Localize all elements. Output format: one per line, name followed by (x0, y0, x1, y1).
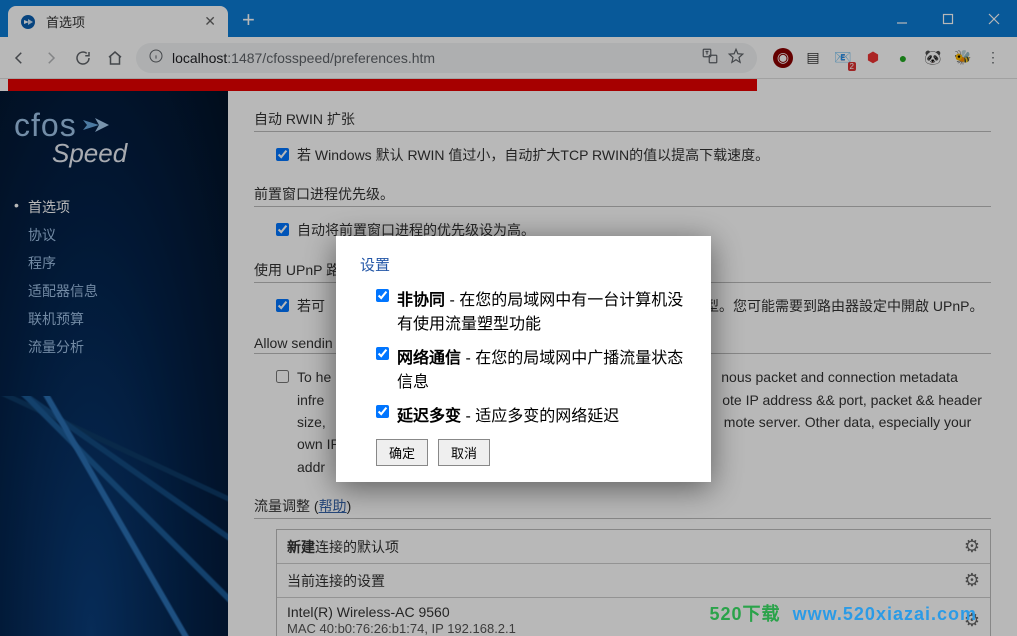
dialog-opt-nettalk[interactable]: 网络通信 - 在您的局域网中广播流量状态信息 (360, 347, 687, 395)
dialog-opt-noncoop[interactable]: 非协同 - 在您的局域网中有一台计算机没有使用流量塑型功能 (360, 289, 687, 337)
settings-dialog: 设置 非协同 - 在您的局域网中有一台计算机没有使用流量塑型功能 网络通信 - … (336, 236, 711, 482)
dialog-ok-button[interactable]: 确定 (376, 439, 428, 466)
dialog-opt-latency[interactable]: 延迟多变 - 适应多变的网络延迟 (360, 405, 687, 429)
dialog-checkbox-3[interactable] (376, 405, 389, 418)
dialog-title: 设置 (360, 254, 687, 275)
dialog-cancel-button[interactable]: 取消 (438, 439, 490, 466)
dialog-checkbox-2[interactable] (376, 347, 389, 360)
dialog-checkbox-1[interactable] (376, 289, 389, 302)
